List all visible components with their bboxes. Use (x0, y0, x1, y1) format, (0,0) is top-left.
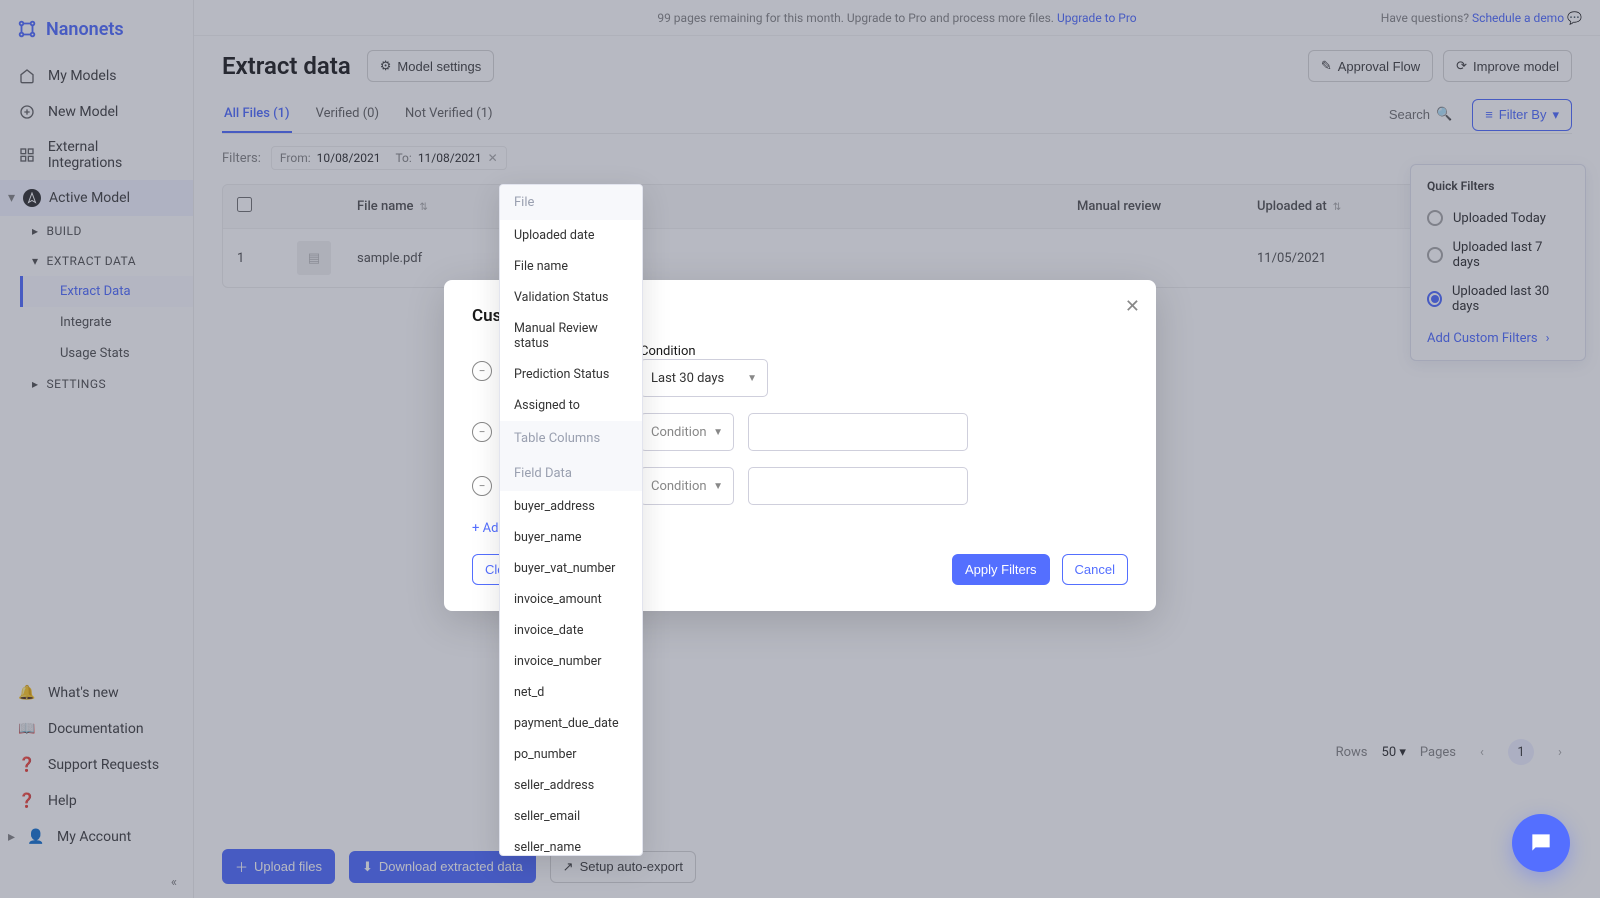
dropdown-option[interactable]: invoice_amount (500, 584, 642, 615)
dropdown-option[interactable]: po_number (500, 739, 642, 770)
condition-select-2[interactable]: Condition▼ (640, 413, 734, 451)
remove-rule-icon[interactable]: − (472, 422, 492, 442)
dropdown-option[interactable]: seller_email (500, 801, 642, 832)
value-input-3[interactable] (748, 467, 968, 505)
dropdown-option[interactable]: Prediction Status (500, 359, 642, 390)
dropdown-option[interactable]: net_d (500, 677, 642, 708)
dropdown-option[interactable]: buyer_name (500, 522, 642, 553)
close-icon[interactable]: ✕ (1125, 296, 1140, 317)
dropdown-option[interactable]: buyer_address (500, 491, 642, 522)
modal-overlay: ✕ Custom Filters − ▼ Condition Last 30 d… (0, 0, 1600, 898)
intercom-launcher[interactable] (1512, 814, 1570, 872)
cancel-button[interactable]: Cancel (1062, 554, 1128, 585)
dropdown-option[interactable]: invoice_number (500, 646, 642, 677)
dropdown-option[interactable]: Uploaded date (500, 220, 642, 251)
remove-rule-icon[interactable]: − (472, 476, 492, 496)
condition-select-1[interactable]: Last 30 days▼ (640, 359, 768, 397)
dropdown-option[interactable]: Manual Review status (500, 313, 642, 359)
remove-rule-icon[interactable]: − (472, 361, 492, 381)
chat-icon (1528, 830, 1554, 856)
dropdown-option[interactable]: invoice_date (500, 615, 642, 646)
condition-select-3[interactable]: Condition▼ (640, 467, 734, 505)
dropdown-option[interactable]: buyer_vat_number (500, 553, 642, 584)
dropdown-option[interactable]: seller_name (500, 832, 642, 856)
dropdown-option[interactable]: Validation Status (500, 282, 642, 313)
dropdown-group: Field Data (500, 456, 642, 491)
dropdown-option[interactable]: payment_due_date (500, 708, 642, 739)
dropdown-option[interactable]: File name (500, 251, 642, 282)
dropdown-group: Table Columns (500, 421, 642, 456)
field-options-dropdown: FileUploaded dateFile nameValidation Sta… (499, 184, 643, 856)
dropdown-group: File (500, 185, 642, 220)
dropdown-option[interactable]: seller_address (500, 770, 642, 801)
apply-filters-button[interactable]: Apply Filters (952, 554, 1050, 585)
value-input-2[interactable] (748, 413, 968, 451)
dropdown-option[interactable]: Assigned to (500, 390, 642, 421)
